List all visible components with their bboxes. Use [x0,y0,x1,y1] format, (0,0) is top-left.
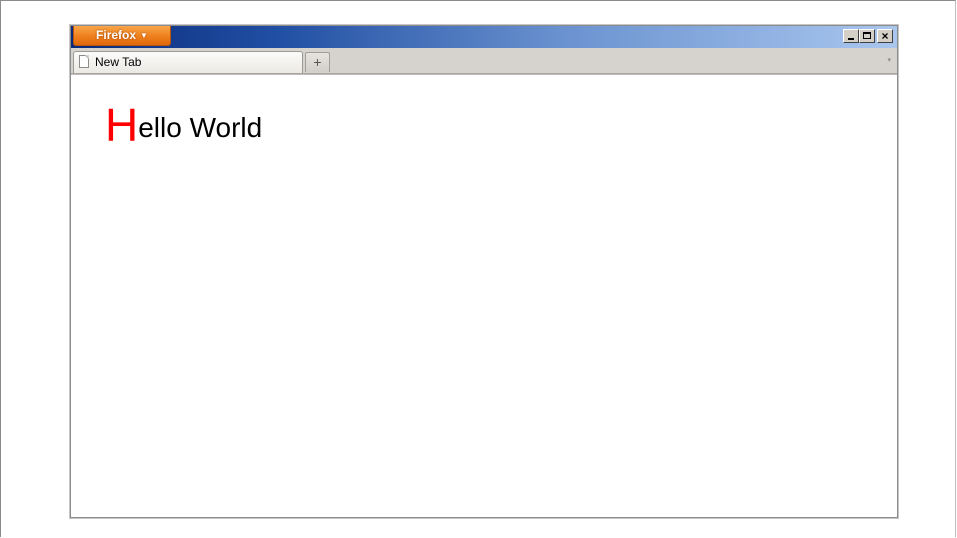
page-content: Hello World [71,74,897,517]
tab-new-tab[interactable]: New Tab [73,51,303,73]
heading-first-letter: H [105,99,139,151]
blank-page-icon [79,55,89,68]
chevron-down-icon: ▾ [887,57,891,64]
minimize-icon [848,38,854,40]
tab-strip: New Tab + ▾ [71,48,897,74]
browser-window: Firefox ▼ × New Tab + ▾ Hello World [70,25,898,518]
plus-icon: + [313,54,322,70]
tab-list-button[interactable]: ▾ [887,56,891,64]
firefox-menu-label: Firefox [96,28,137,42]
minimize-button[interactable] [843,29,859,43]
maximize-button[interactable] [859,29,875,43]
window-controls: × [843,29,893,43]
firefox-menu-button[interactable]: Firefox ▼ [73,26,171,46]
maximize-icon [863,32,871,39]
close-button[interactable]: × [877,29,893,43]
new-tab-button[interactable]: + [305,52,330,72]
page-heading: Hello World [105,102,263,148]
title-bar[interactable]: Firefox ▼ × [71,26,897,48]
close-icon: × [881,29,889,43]
tab-label: New Tab [95,55,142,69]
dropdown-caret-icon: ▼ [140,31,148,40]
heading-rest: ello World [138,112,263,143]
